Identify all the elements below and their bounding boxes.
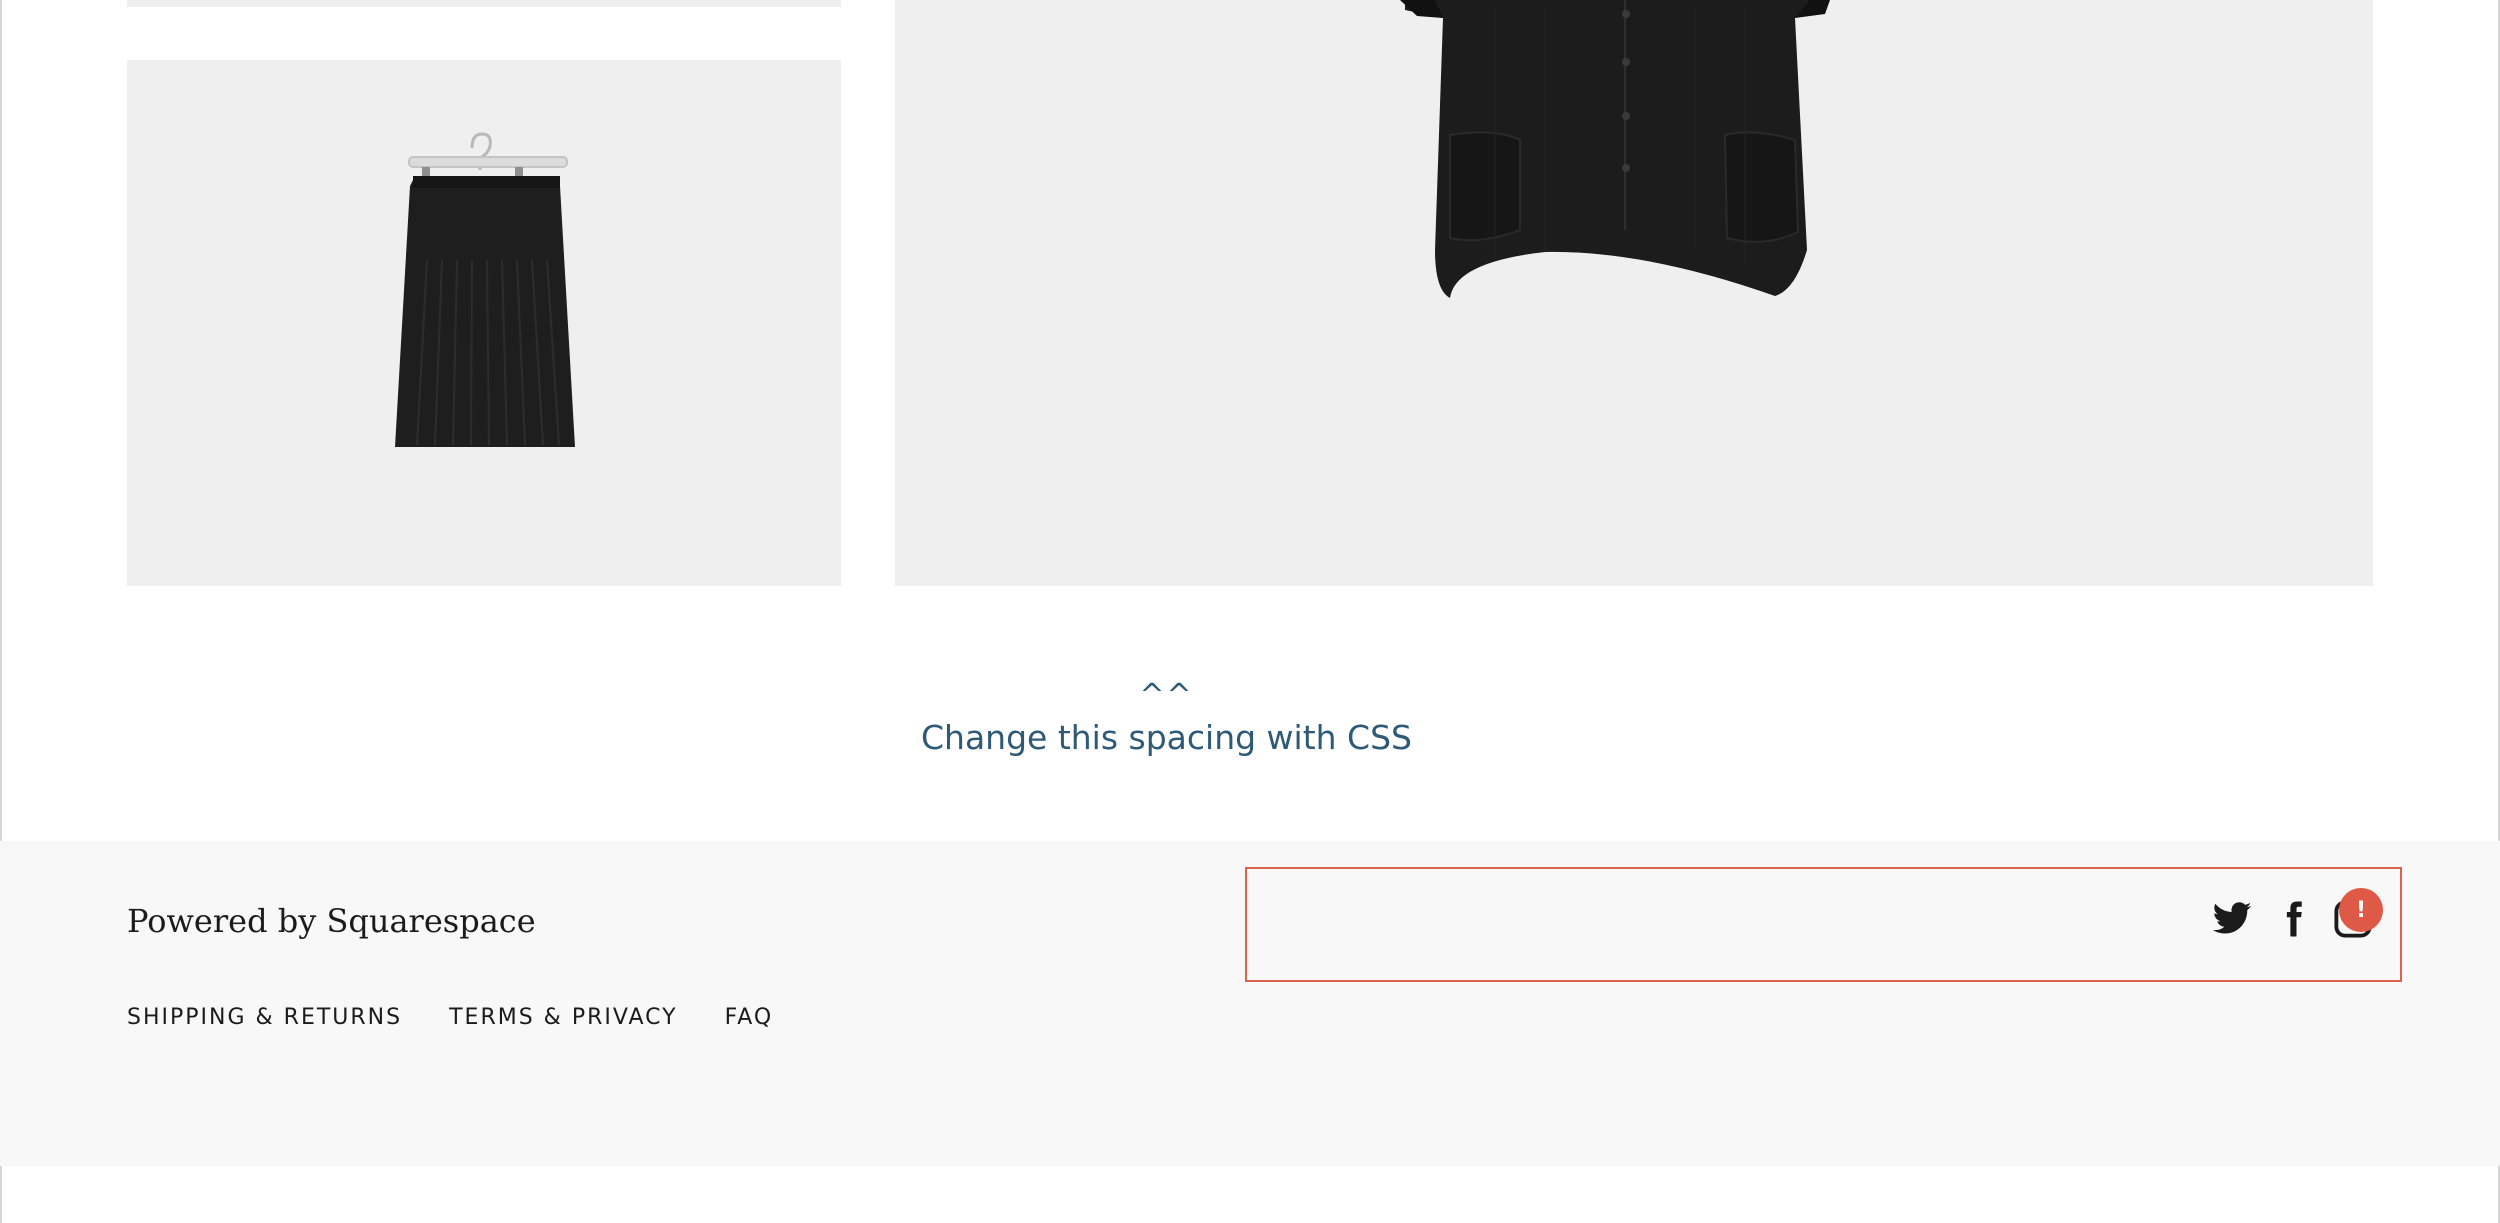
pleated-skirt-image [395, 132, 575, 447]
footer-link-terms-privacy[interactable]: TERMS & PRIVACY [449, 1005, 677, 1030]
spacing-note: Change this spacing with CSS [920, 718, 1412, 757]
footer-brand[interactable]: Powered by Squarespace [127, 902, 536, 940]
footer-link-faq[interactable]: FAQ [725, 1005, 774, 1030]
alert-badge[interactable]: ! [2339, 888, 2383, 932]
twitter-icon[interactable] [2211, 898, 2253, 940]
product-image-shirt[interactable] [895, 0, 2373, 586]
spacing-caret: ^^ [1139, 678, 1194, 713]
footer-link-shipping-returns[interactable]: SHIPPING & RETURNS [127, 1005, 402, 1030]
product-image-skirt[interactable] [127, 60, 841, 586]
facebook-icon[interactable] [2272, 898, 2314, 940]
black-shirt-image [1400, 0, 1830, 298]
product-image-top-left[interactable] [127, 0, 841, 7]
footer-nav: SHIPPING & RETURNS TERMS & PRIVACY FAQ [127, 1005, 820, 1030]
